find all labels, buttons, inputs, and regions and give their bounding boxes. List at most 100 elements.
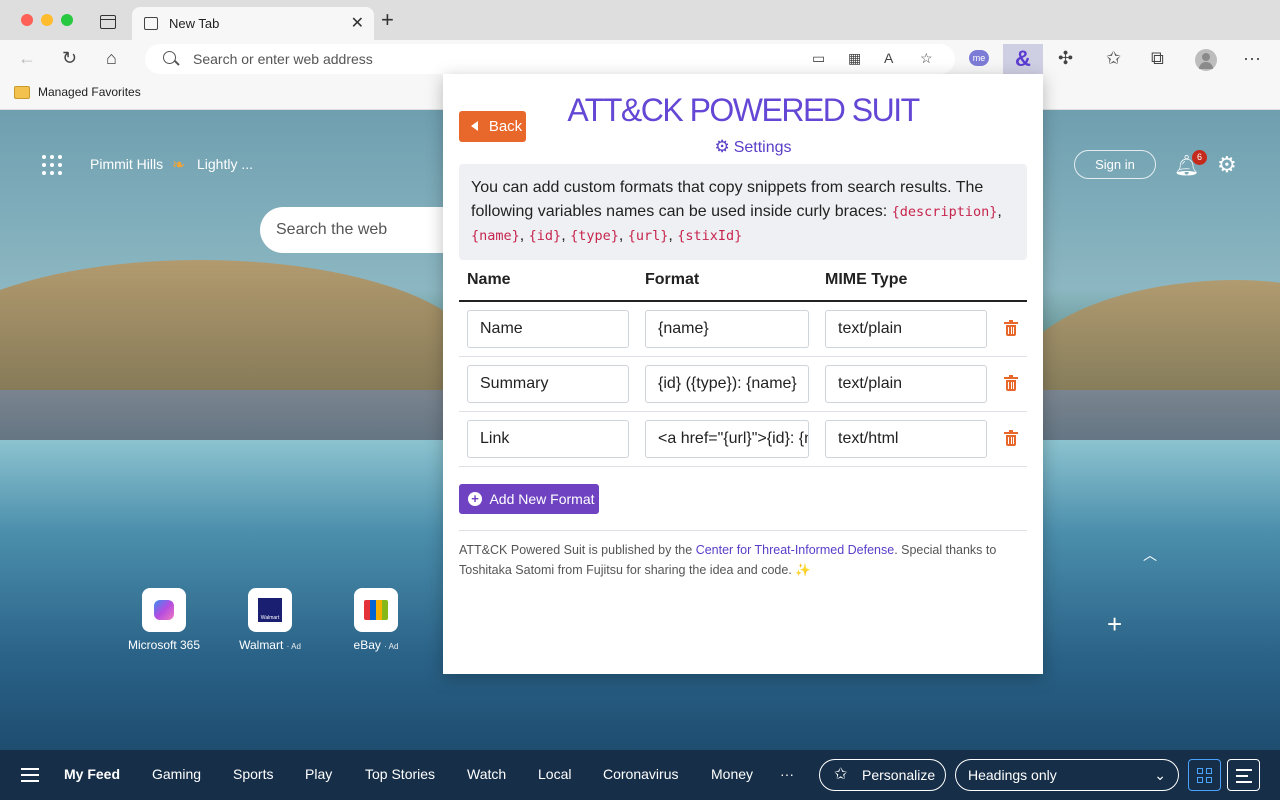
- feed-tab-local[interactable]: Local: [538, 766, 571, 782]
- tile-label-ebay: eBay · Ad: [353, 638, 399, 652]
- read-aloud-icon[interactable]: A: [884, 50, 893, 66]
- address-input[interactable]: Search or enter web address: [193, 51, 373, 67]
- apps-grid-icon[interactable]: ▦: [848, 50, 861, 67]
- variable-type: {type}: [570, 228, 619, 244]
- add-new-format-button[interactable]: + Add New Format: [459, 484, 599, 514]
- format-pattern-input[interactable]: {id} ({type}): {name}: [645, 365, 809, 403]
- add-site-plus-icon[interactable]: +: [1107, 611, 1122, 637]
- hamburger-menu-icon[interactable]: [21, 768, 39, 782]
- format-pattern-input[interactable]: <a href="{url}">{id}: {name}</a>: [645, 420, 809, 458]
- info-box: You can add custom formats that copy sni…: [459, 164, 1027, 260]
- trash-icon[interactable]: [1004, 320, 1018, 336]
- walmart-logo-icon: Walmart: [258, 598, 282, 622]
- caret-left-icon: [471, 121, 478, 131]
- favorites-icon[interactable]: ✩: [1106, 48, 1121, 68]
- footer-text: ATT&CK Powered Suit is published by the …: [459, 540, 1029, 580]
- format-name-input[interactable]: Name: [467, 310, 629, 348]
- ctid-link[interactable]: Center for Threat-Informed Defense: [696, 543, 894, 557]
- variable-description: {description}: [891, 204, 998, 220]
- feed-tab-top-stories[interactable]: Top Stories: [365, 766, 435, 782]
- close-window-button[interactable]: [21, 14, 33, 26]
- minimize-window-button[interactable]: [41, 14, 53, 26]
- feed-more-button[interactable]: ···: [780, 766, 794, 782]
- web-search-box[interactable]: Search the web: [260, 207, 460, 253]
- add-favorite-icon[interactable]: ☆: [920, 50, 933, 67]
- feed-tab-watch[interactable]: Watch: [467, 766, 506, 782]
- variable-stixid: {stixId}: [677, 228, 743, 244]
- format-mime-input[interactable]: text/plain: [825, 365, 987, 403]
- settings-link[interactable]: ⚙ Settings: [443, 137, 1063, 157]
- chevron-up-icon[interactable]: ︿: [1143, 545, 1157, 565]
- chevron-down-icon: ⌄: [1154, 767, 1166, 783]
- notification-count-badge: 6: [1192, 150, 1207, 165]
- microsoft-365-logo-icon: [154, 600, 174, 620]
- ebay-bag-icon: [364, 600, 388, 620]
- tile-walmart[interactable]: Walmart: [248, 588, 292, 632]
- location-label[interactable]: Pimmit Hills: [90, 156, 163, 172]
- table-header-divider: [459, 300, 1027, 302]
- search-icon: [163, 51, 176, 64]
- more-menu-icon[interactable]: ···: [1243, 48, 1261, 68]
- format-mime-input[interactable]: text/html: [825, 420, 987, 458]
- feed-tab-gaming[interactable]: Gaming: [152, 766, 201, 782]
- personalize-star-icon: ✩: [834, 766, 848, 783]
- attack-suit-extension-icon[interactable]: &: [1003, 44, 1043, 74]
- table-row-divider: [459, 356, 1027, 357]
- title-bar: New Tab ✕ +: [0, 0, 1280, 40]
- format-mime-input[interactable]: text/plain: [825, 310, 987, 348]
- maximize-window-button[interactable]: [61, 14, 73, 26]
- tab-actions-icon[interactable]: [100, 15, 116, 29]
- browser-toolbar: ← ↻ ⌂ Search or enter web address ▭ ▦ A …: [0, 40, 1280, 78]
- profile-avatar[interactable]: [1195, 49, 1217, 71]
- footer-text-pre: ATT&CK Powered Suit is published by the: [459, 543, 696, 557]
- tab-close-icon[interactable]: ✕: [351, 13, 364, 33]
- feed-tab-my-feed[interactable]: My Feed: [64, 766, 120, 782]
- tile-ebay[interactable]: [354, 588, 398, 632]
- grid-view-button[interactable]: [1188, 759, 1221, 791]
- page-settings-gear-icon[interactable]: ⚙: [1217, 152, 1237, 178]
- me-extension-icon[interactable]: me: [969, 50, 989, 66]
- tile-label-walmart: Walmart · Ad: [239, 638, 301, 652]
- tab-new-tab[interactable]: New Tab ✕: [132, 7, 374, 40]
- back-arrow-icon[interactable]: ←: [18, 48, 36, 68]
- column-header-format: Format: [645, 271, 700, 288]
- personalize-button[interactable]: ✩ Personalize: [819, 759, 946, 791]
- add-new-format-label: Add New Format: [489, 491, 595, 507]
- back-label: Back: [488, 118, 523, 135]
- column-header-mime-type: MIME Type: [825, 271, 908, 288]
- app-launcher-icon[interactable]: [42, 155, 62, 175]
- devices-icon[interactable]: ▭: [812, 50, 825, 67]
- format-name-input[interactable]: Link: [467, 420, 629, 458]
- weather-label[interactable]: Lightly ...: [197, 156, 253, 172]
- feed-navigation-bar: My Feed Gaming Sports Play Top Stories W…: [0, 750, 1280, 800]
- feed-tab-coronavirus[interactable]: Coronavirus: [603, 766, 678, 782]
- refresh-icon[interactable]: ↻: [62, 48, 77, 68]
- gear-icon: ⚙: [714, 137, 730, 156]
- settings-label: Settings: [733, 139, 792, 156]
- footer-divider: [459, 530, 1027, 531]
- home-icon[interactable]: ⌂: [106, 48, 117, 68]
- format-pattern-input[interactable]: {name}: [645, 310, 809, 348]
- trash-icon[interactable]: [1004, 375, 1018, 391]
- sign-in-button[interactable]: Sign in: [1074, 150, 1156, 179]
- plus-circle-icon: +: [468, 492, 482, 506]
- web-search-input[interactable]: Search the web: [276, 221, 387, 239]
- layout-select[interactable]: Headings only ⌄: [955, 759, 1179, 791]
- feed-tab-sports[interactable]: Sports: [233, 766, 273, 782]
- address-bar[interactable]: Search or enter web address ▭ ▦ A ☆: [145, 44, 955, 74]
- format-name-input[interactable]: Summary: [467, 365, 629, 403]
- managed-favorites-folder[interactable]: Managed Favorites: [38, 85, 141, 99]
- tile-microsoft-365[interactable]: [142, 588, 186, 632]
- tab-title: New Tab: [169, 16, 220, 31]
- collections-icon[interactable]: ⧉: [1151, 48, 1164, 68]
- list-view-button[interactable]: [1227, 759, 1260, 791]
- tile-label-microsoft-365: Microsoft 365: [127, 638, 201, 652]
- new-tab-favicon-icon: [144, 17, 158, 30]
- new-tab-plus-icon[interactable]: +: [381, 9, 394, 31]
- feed-tab-play[interactable]: Play: [305, 766, 332, 782]
- column-header-name: Name: [467, 271, 511, 288]
- extensions-puzzle-icon[interactable]: ✣: [1058, 48, 1073, 68]
- folder-icon: [14, 86, 30, 99]
- trash-icon[interactable]: [1004, 430, 1018, 446]
- feed-tab-money[interactable]: Money: [711, 766, 753, 782]
